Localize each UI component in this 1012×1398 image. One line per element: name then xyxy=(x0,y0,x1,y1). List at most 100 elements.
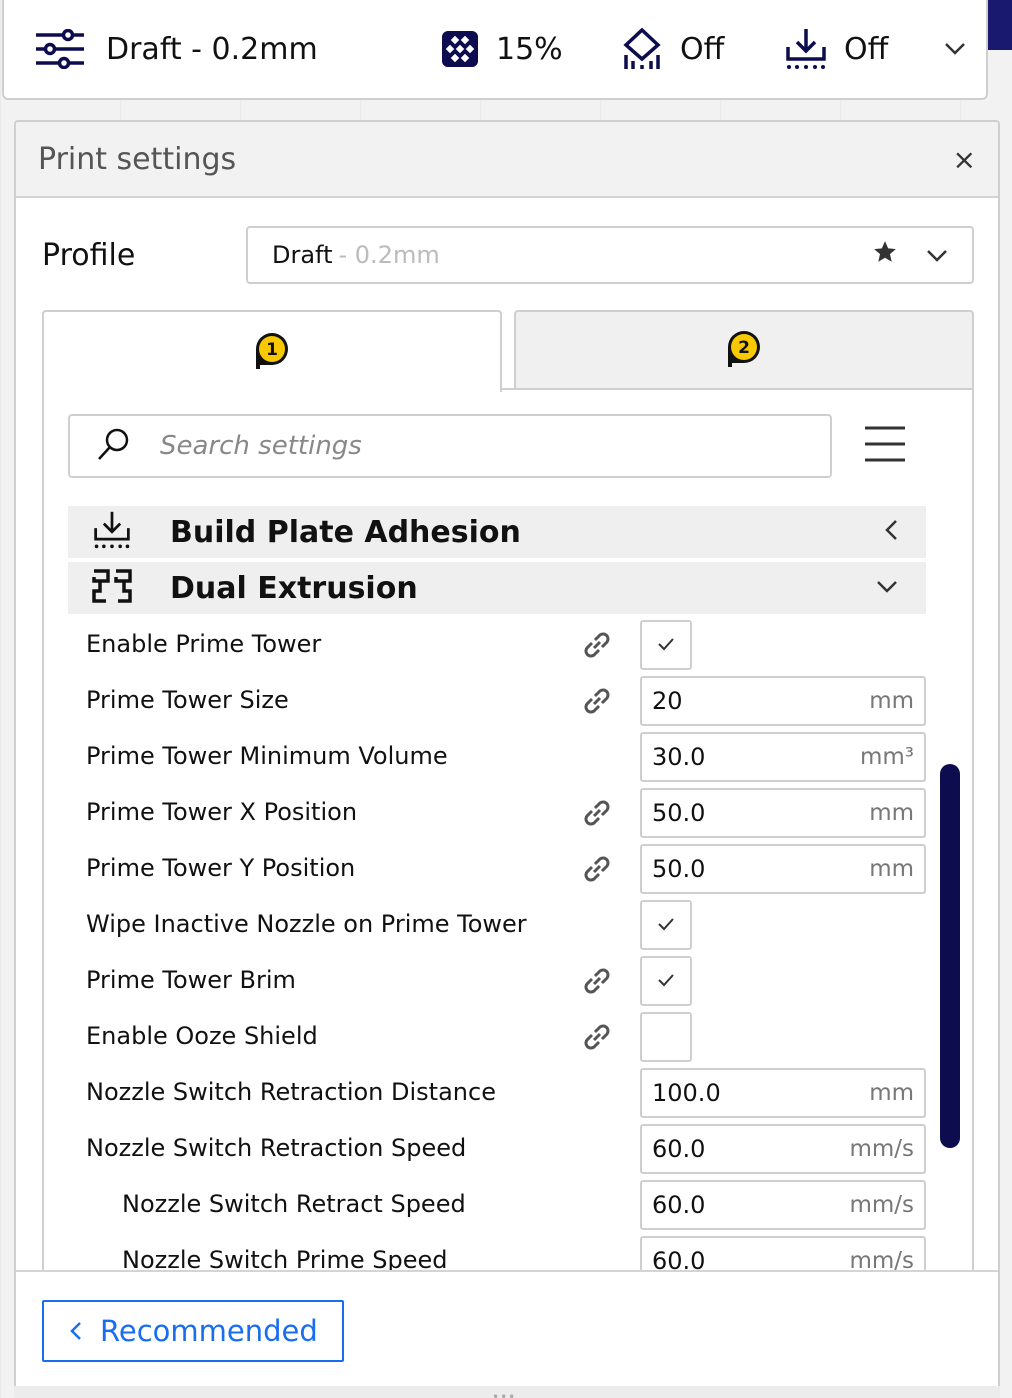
recommended-label: Recommended xyxy=(100,1314,318,1348)
header-expand-button[interactable] xyxy=(944,42,966,56)
resize-grip-icon[interactable]: ••• xyxy=(492,1390,516,1398)
support-summary[interactable]: Off xyxy=(604,27,768,71)
field-value: 60.0 xyxy=(652,1135,706,1163)
chevron-down-icon xyxy=(876,579,898,598)
search-input[interactable] xyxy=(160,431,760,461)
print-settings-panel: Print settings × Profile Draft - 0.2mm 1 xyxy=(14,120,1000,1390)
adhesion-icon xyxy=(92,509,132,555)
adhesion-icon xyxy=(784,27,828,71)
setting-label: Prime Tower X Position xyxy=(86,798,358,826)
link-icon[interactable] xyxy=(580,796,614,834)
profile-summary[interactable]: Draft - 0.2mm xyxy=(34,29,424,69)
field-unit: mm xyxy=(869,688,914,714)
category-label: Build Plate Adhesion xyxy=(170,514,521,550)
panel-title: Print settings xyxy=(38,141,237,177)
setting-enable-prime-tower: Enable Prime Tower xyxy=(68,616,926,672)
setting-label: Enable Ooze Shield xyxy=(86,1022,318,1050)
setting-wipe-inactive-nozzle: Wipe Inactive Nozzle on Prime Tower xyxy=(68,896,926,952)
field-unit: mm xyxy=(869,800,914,826)
dual-extrusion-icon xyxy=(92,569,132,607)
prime-tower-size-input[interactable]: 20 mm xyxy=(640,676,926,726)
support-value: Off xyxy=(680,31,725,67)
print-setup-header[interactable]: Draft - 0.2mm 15% Off Off xyxy=(2,0,988,100)
link-icon[interactable] xyxy=(580,628,614,666)
setting-nozzle-switch-retraction-distance: Nozzle Switch Retraction Distance 100.0 … xyxy=(68,1064,926,1120)
checkmark-icon xyxy=(657,972,675,991)
wipe-inactive-nozzle-checkbox[interactable] xyxy=(640,900,692,950)
prime-tower-x-position-input[interactable]: 50.0 mm xyxy=(640,788,926,838)
setting-label: Prime Tower Y Position xyxy=(86,854,356,882)
prime-tower-brim-checkbox[interactable] xyxy=(640,956,692,1006)
settings-list: Enable Prime Tower Prime Tower Size 20 m… xyxy=(68,616,926,1288)
link-icon[interactable] xyxy=(580,964,614,1002)
infill-value: 15% xyxy=(496,31,563,67)
setting-label: Nozzle Switch Retraction Distance xyxy=(86,1078,496,1106)
setting-prime-tower-minimum-volume: Prime Tower Minimum Volume 30.0 mm³ xyxy=(68,728,926,784)
tab-extruder-1[interactable]: 1 xyxy=(42,310,502,392)
profile-dropdown[interactable]: Draft - 0.2mm xyxy=(246,226,974,284)
support-icon xyxy=(620,27,664,71)
star-icon[interactable] xyxy=(872,239,898,271)
field-value: 30.0 xyxy=(652,743,706,771)
panel-footer: Recommended xyxy=(16,1270,998,1388)
infill-summary[interactable]: 15% xyxy=(424,29,604,69)
settings-visibility-menu-button[interactable] xyxy=(864,425,906,467)
settings-area: Build Plate Adhesion Dual Extrusion Enab… xyxy=(42,388,974,1388)
checkmark-icon xyxy=(657,636,675,655)
search-field[interactable] xyxy=(68,414,832,478)
nozzle-switch-retract-speed-input[interactable]: 60.0 mm/s xyxy=(640,1180,926,1230)
nozzle-switch-retraction-speed-input[interactable]: 60.0 mm/s xyxy=(640,1124,926,1174)
search-row xyxy=(68,414,906,478)
search-icon xyxy=(96,426,132,466)
setting-label: Nozzle Switch Retract Speed xyxy=(122,1190,466,1218)
prime-tower-minimum-volume-input[interactable]: 30.0 mm³ xyxy=(640,732,926,782)
enable-prime-tower-checkbox[interactable] xyxy=(640,620,692,670)
setting-prime-tower-x-position: Prime Tower X Position 50.0 mm xyxy=(68,784,926,840)
profile-row: Profile Draft - 0.2mm xyxy=(42,226,974,284)
link-icon[interactable] xyxy=(580,852,614,890)
field-value: 50.0 xyxy=(652,855,706,883)
setting-prime-tower-y-position: Prime Tower Y Position 50.0 mm xyxy=(68,840,926,896)
link-icon[interactable] xyxy=(580,1020,614,1058)
field-value: 50.0 xyxy=(652,799,706,827)
adhesion-summary[interactable]: Off xyxy=(768,27,928,71)
prime-tower-y-position-input[interactable]: 50.0 mm xyxy=(640,844,926,894)
setting-prime-tower-brim: Prime Tower Brim xyxy=(68,952,926,1008)
profile-name: Draft xyxy=(272,241,333,269)
settings-sliders-icon xyxy=(34,29,86,69)
svg-text:2: 2 xyxy=(738,338,750,358)
extruder-1-icon: 1 xyxy=(248,325,296,379)
settings-scrollbar[interactable] xyxy=(940,764,960,1148)
enable-ooze-shield-checkbox[interactable] xyxy=(640,1012,692,1062)
category-dual-extrusion[interactable]: Dual Extrusion xyxy=(68,562,926,614)
recommended-button[interactable]: Recommended xyxy=(42,1300,344,1362)
checkmark-icon xyxy=(657,916,675,935)
field-unit: mm/s xyxy=(849,1192,914,1218)
setting-nozzle-switch-retract-speed: Nozzle Switch Retract Speed 60.0 mm/s xyxy=(68,1176,926,1232)
setting-nozzle-switch-retraction-speed: Nozzle Switch Retraction Speed 60.0 mm/s xyxy=(68,1120,926,1176)
setting-label: Prime Tower Brim xyxy=(86,966,296,994)
nozzle-switch-retraction-distance-input[interactable]: 100.0 mm xyxy=(640,1068,926,1118)
setting-label: Wipe Inactive Nozzle on Prime Tower xyxy=(86,910,527,938)
chevron-down-icon xyxy=(926,241,948,269)
profile-summary-label: Draft - 0.2mm xyxy=(106,31,318,67)
field-unit: mm xyxy=(869,856,914,882)
setting-enable-ooze-shield: Enable Ooze Shield xyxy=(68,1008,926,1064)
chevron-down-icon xyxy=(944,42,966,56)
category-build-plate-adhesion[interactable]: Build Plate Adhesion xyxy=(68,506,926,558)
extruder-tabs: 1 2 xyxy=(42,310,974,392)
panel-header: Print settings × xyxy=(16,122,998,198)
tab-extruder-2[interactable]: 2 xyxy=(514,310,974,390)
field-unit: mm/s xyxy=(849,1136,914,1162)
profile-label: Profile xyxy=(42,237,136,273)
field-value: 20 xyxy=(652,687,683,715)
close-button[interactable]: × xyxy=(953,143,976,176)
category-label: Dual Extrusion xyxy=(170,570,418,606)
field-unit: mm³ xyxy=(859,744,914,770)
chevron-left-icon xyxy=(884,519,898,545)
extruder-2-icon: 2 xyxy=(720,323,768,377)
profile-layer-height: - 0.2mm xyxy=(338,241,440,269)
field-value: 100.0 xyxy=(652,1079,721,1107)
setting-label: Prime Tower Minimum Volume xyxy=(86,742,448,770)
link-icon[interactable] xyxy=(580,684,614,722)
